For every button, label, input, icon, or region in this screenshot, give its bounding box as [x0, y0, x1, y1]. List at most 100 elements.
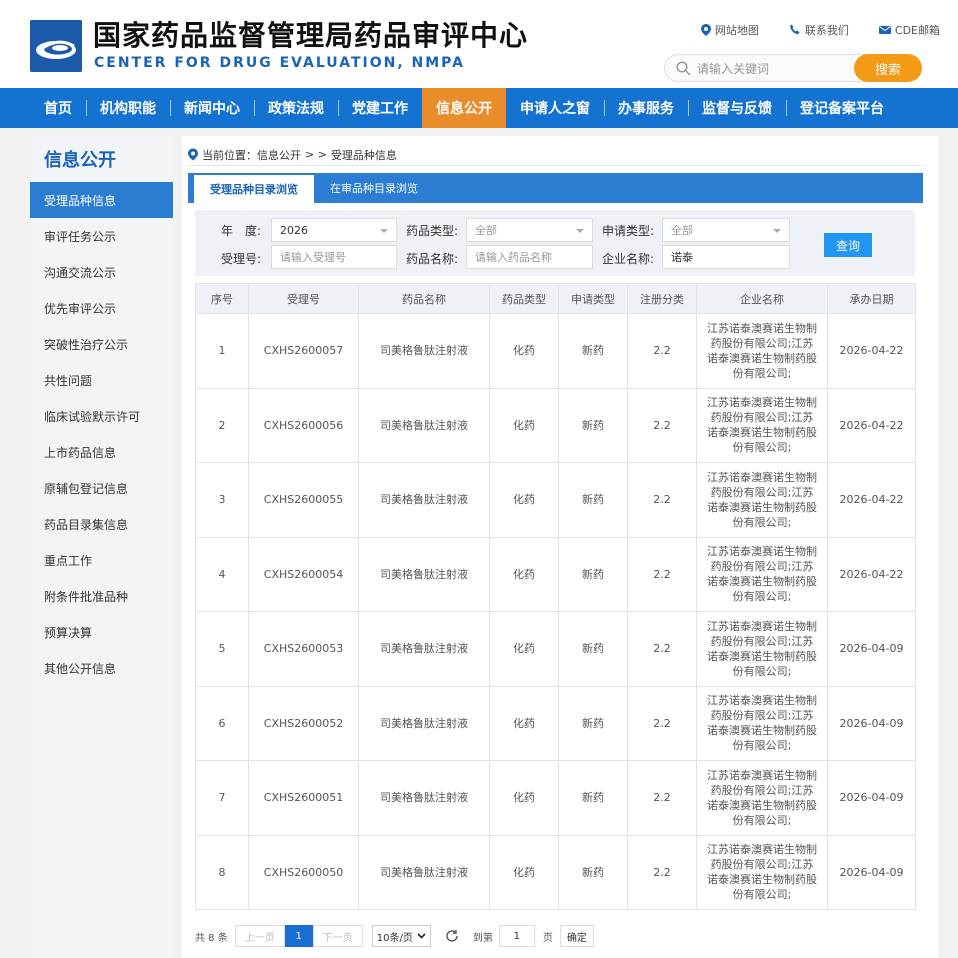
location-pin-icon — [188, 148, 198, 161]
nav-party[interactable]: 党建工作 — [338, 88, 422, 128]
nav-registration[interactable]: 登记备案平台 — [786, 88, 898, 128]
nav-applicant[interactable]: 申请人之窗 — [506, 88, 604, 128]
query-button[interactable]: 查询 — [824, 233, 872, 257]
next-page-button[interactable]: 下一页 — [312, 925, 363, 947]
cell-accept-no: CXHS2600050 — [248, 834, 359, 910]
cell-date: 2026-04-09 — [827, 611, 916, 687]
prev-page-button[interactable]: 上一页 — [234, 925, 285, 947]
nav-policies[interactable]: 政策法规 — [254, 88, 338, 128]
cell-reg-class: 2.2 — [627, 685, 697, 761]
table-row: 7 CXHS2600051 司美格鲁肽注射液 化药 新药 2.2 江苏诺泰澳赛诺生物制药股份… — [195, 760, 916, 836]
catalog-tabs: 受理品种目录浏览 在审品种目录浏览 — [188, 173, 923, 203]
drug-type-select[interactable]: 全部 — [466, 218, 593, 242]
cell-company: 江苏诺泰澳赛诺生物制药股份有限公司;江苏诺泰澳赛诺生物制药股份有限公司; — [696, 611, 828, 687]
current-page[interactable]: 1 — [284, 925, 313, 947]
drug-name-placeholder: 请输入药品名称 — [475, 251, 552, 264]
cell-accept-no: CXHS2600055 — [248, 462, 359, 538]
cell-index: 1 — [195, 313, 249, 389]
cde-mail-link[interactable]: CDE邮箱 — [878, 22, 940, 38]
main-content: 当前位置：信息公开 > > 受理品种信息 受理品种目录浏览 在审品种目录浏览 年… — [182, 136, 938, 958]
search-button[interactable]: 搜索 — [854, 54, 922, 82]
goto-label: 到第 — [472, 932, 493, 944]
company-input[interactable]: 诺泰 — [662, 245, 790, 269]
cde-mail-link-label: CDE邮箱 — [894, 24, 940, 37]
phone-icon — [789, 24, 800, 35]
cell-drug-type: 化药 — [489, 834, 559, 910]
table-header-row: 序号 受理号 药品名称 药品类型 申请类型 注册分类 企业名称 承办日期 — [195, 283, 916, 314]
breadcrumb-separator: > > — [305, 148, 327, 161]
drug-name-input[interactable]: 请输入药品名称 — [466, 245, 593, 269]
tab-in-review-catalog[interactable]: 在审品种目录浏览 — [314, 173, 434, 203]
table-row: 5 CXHS2600053 司美格鲁肽注射液 化药 新药 2.2 江苏诺泰澳赛诺生物制药股份… — [195, 611, 916, 687]
site-header: 国家药品监督管理局药品审评中心 CENTER FOR DRUG EVALUATI… — [0, 0, 958, 88]
nav-functions[interactable]: 机构职能 — [86, 88, 170, 128]
sidebar-item-review-tasks[interactable]: 审评任务公示 — [30, 218, 173, 254]
cde-logo[interactable] — [30, 20, 82, 72]
page-size-select[interactable]: 10条/页 — [371, 925, 431, 947]
sidebar-item-excipients[interactable]: 原辅包登记信息 — [30, 470, 173, 506]
tab-accepted-catalog[interactable]: 受理品种目录浏览 — [194, 175, 314, 203]
cell-company: 江苏诺泰澳赛诺生物制药股份有限公司;江苏诺泰澳赛诺生物制药股份有限公司; — [696, 685, 828, 761]
accept-no-placeholder: 请输入受理号 — [280, 251, 346, 264]
nav-feedback[interactable]: 监督与反馈 — [688, 88, 786, 128]
nav-home[interactable]: 首页 — [30, 88, 86, 128]
sidebar-item-conditional[interactable]: 附条件批准品种 — [30, 578, 173, 614]
search-input[interactable]: 请输入关键词 — [664, 54, 879, 82]
sidebar-item-other[interactable]: 其他公开信息 — [30, 650, 173, 686]
cell-index: 3 — [195, 462, 249, 538]
sidebar-item-budget[interactable]: 预算决算 — [30, 614, 173, 650]
goto-confirm-button[interactable]: 确定 — [559, 925, 594, 947]
cell-company: 江苏诺泰澳赛诺生物制药股份有限公司;江苏诺泰澳赛诺生物制药股份有限公司; — [696, 536, 828, 612]
cell-date: 2026-04-22 — [827, 462, 916, 538]
cell-date: 2026-04-22 — [827, 387, 916, 463]
filter-panel: 年 度: 2026 药品类型: 全部 申请类型: 全部 受理号: 请输入受理号 … — [195, 210, 915, 276]
table-row: 3 CXHS2600055 司美格鲁肽注射液 化药 新药 2.2 江苏诺泰澳赛诺生物制药股份… — [195, 462, 916, 538]
cell-reg-class: 2.2 — [627, 387, 697, 463]
sitemap-link[interactable]: 网站地图 — [700, 22, 759, 38]
sidebar-item-communication[interactable]: 沟通交流公示 — [30, 254, 173, 290]
chevron-down-icon — [380, 229, 388, 233]
sidebar-item-catalog[interactable]: 药品目录集信息 — [30, 506, 173, 542]
year-select[interactable]: 2026 — [271, 218, 397, 242]
cell-reg-class: 2.2 — [627, 611, 697, 687]
contact-link-label: 联系我们 — [804, 24, 849, 37]
nav-info-disclosure[interactable]: 信息公开 — [422, 88, 506, 128]
cell-apply-type: 新药 — [558, 387, 628, 463]
table-row: 2 CXHS2600056 司美格鲁肽注射液 化药 新药 2.2 江苏诺泰澳赛诺生物制药股份… — [195, 387, 916, 463]
cell-index: 6 — [195, 685, 249, 761]
accept-no-input[interactable]: 请输入受理号 — [271, 245, 397, 269]
cell-company: 江苏诺泰澳赛诺生物制药股份有限公司;江苏诺泰澳赛诺生物制药股份有限公司; — [696, 462, 828, 538]
nav-services[interactable]: 办事服务 — [604, 88, 688, 128]
sidebar-title: 信息公开 — [44, 150, 116, 171]
sidebar-item-accepted[interactable]: 受理品种信息 — [30, 182, 173, 218]
accept-no-label: 受理号: — [221, 252, 262, 266]
breadcrumb-prefix[interactable]: 当前位置：信息公开 — [202, 147, 301, 163]
cell-apply-type: 新药 — [558, 685, 628, 761]
year-label: 年 度: — [221, 224, 262, 238]
cell-drug-name: 司美格鲁肽注射液 — [358, 611, 490, 687]
refresh-icon[interactable] — [445, 929, 459, 943]
nav-news[interactable]: 新闻中心 — [170, 88, 254, 128]
sidebar-item-clinical[interactable]: 临床试验默示许可 — [30, 398, 173, 434]
apply-type-select[interactable]: 全部 — [662, 218, 790, 242]
cell-index: 4 — [195, 536, 249, 612]
sidebar-item-priority[interactable]: 优先审评公示 — [30, 290, 173, 326]
cell-drug-name: 司美格鲁肽注射液 — [358, 536, 490, 612]
contact-link[interactable]: 联系我们 — [789, 22, 849, 38]
cell-date: 2026-04-09 — [827, 760, 916, 836]
table-row: 6 CXHS2600052 司美格鲁肽注射液 化药 新药 2.2 江苏诺泰澳赛诺生物制药股份… — [195, 685, 916, 761]
col-company: 企业名称 — [696, 283, 828, 314]
pagination: 共 8 条 上一页 1 下一页 10条/页 到第 1 页 确定 — [195, 924, 594, 948]
table-row: 8 CXHS2600050 司美格鲁肽注射液 化药 新药 2.2 江苏诺泰澳赛诺生物制药股份… — [195, 834, 916, 910]
sidebar-item-key-work[interactable]: 重点工作 — [30, 542, 173, 578]
cell-reg-class: 2.2 — [627, 834, 697, 910]
col-date: 承办日期 — [827, 283, 916, 314]
cell-drug-type: 化药 — [489, 387, 559, 463]
apply-type-label: 申请类型: — [602, 224, 655, 238]
goto-page-input[interactable]: 1 — [498, 925, 535, 947]
sidebar-item-marketed[interactable]: 上市药品信息 — [30, 434, 173, 470]
sidebar-item-breakthrough[interactable]: 突破性治疗公示 — [30, 326, 173, 362]
cell-drug-name: 司美格鲁肽注射液 — [358, 387, 490, 463]
sidebar-item-common-issues[interactable]: 共性问题 — [30, 362, 173, 398]
chevron-down-icon — [576, 229, 584, 233]
